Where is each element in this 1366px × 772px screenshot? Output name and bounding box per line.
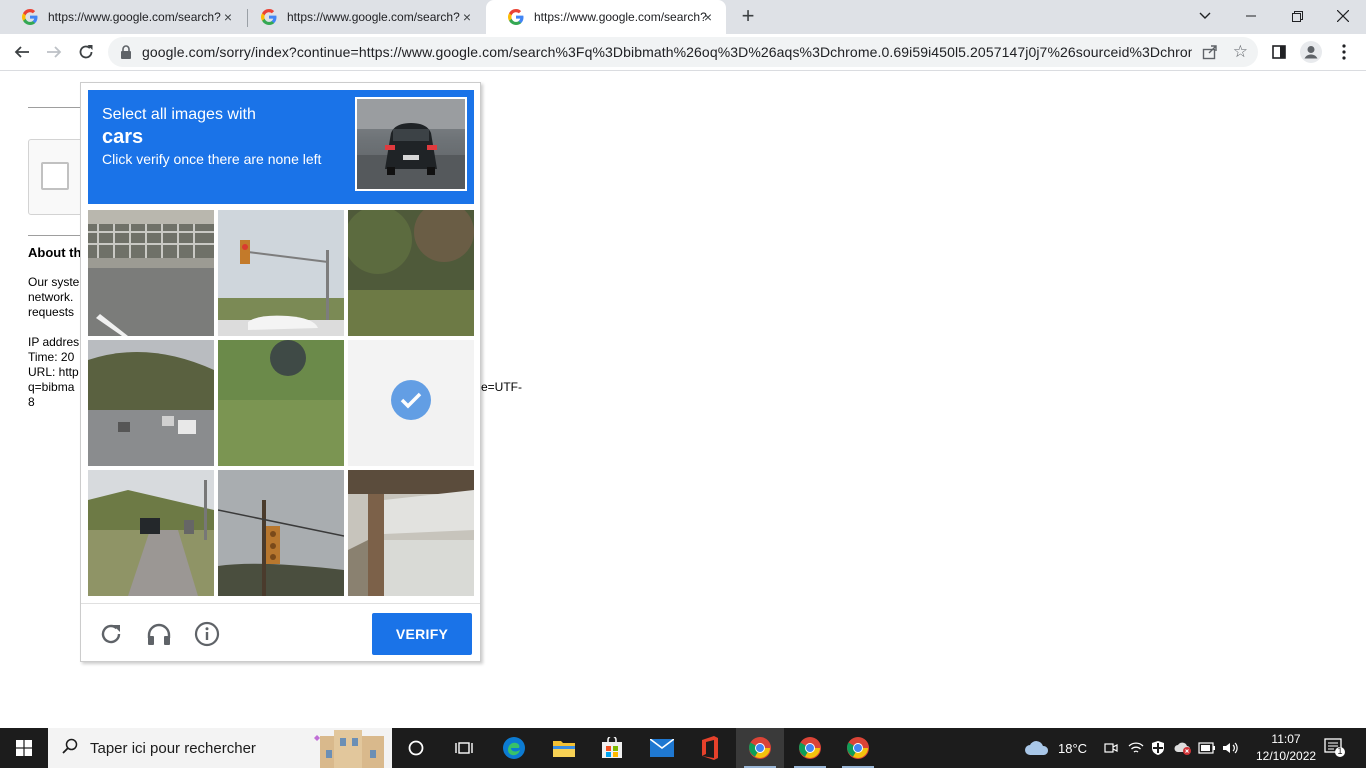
close-tab-icon[interactable]: ×	[459, 9, 475, 25]
divider	[28, 235, 88, 236]
search-highlight-image	[312, 728, 392, 768]
captcha-header: Select all images with cars Click verify…	[88, 90, 474, 204]
taskbar-clock[interactable]: 11:07 12/10/2022	[1256, 731, 1316, 765]
browser-toolbar: google.com/sorry/index?continue=https://…	[0, 34, 1366, 71]
edge-icon[interactable]	[490, 728, 538, 768]
cloud-icon	[1024, 738, 1050, 759]
office-icon[interactable]	[686, 728, 734, 768]
captcha-instruction: Select all images with	[102, 106, 256, 123]
meet-now-icon[interactable]	[1104, 728, 1118, 768]
reload-challenge-icon[interactable]	[97, 620, 125, 648]
task-view-icon[interactable]	[440, 728, 488, 768]
chrome-taskbar-icon[interactable]	[786, 728, 834, 768]
google-icon	[261, 9, 277, 25]
tab-title: https://www.google.com/search?	[287, 10, 460, 24]
windows-start-icon[interactable]	[0, 728, 48, 768]
request-details-tail: e=UTF-	[481, 380, 523, 394]
captcha-tile[interactable]	[218, 470, 344, 596]
search-icon	[62, 738, 78, 758]
side-panel-icon[interactable]	[1268, 41, 1290, 63]
captcha-tile[interactable]	[218, 210, 344, 336]
captcha-challenge: Select all images with cars Click verify…	[80, 82, 481, 662]
battery-icon[interactable]	[1198, 728, 1216, 768]
captcha-sample-image	[355, 97, 467, 191]
notification-center-icon[interactable]: 1	[1324, 728, 1346, 768]
taskbar-search-box[interactable]: Taper ici pour rechercher	[48, 728, 392, 768]
weather-temperature: 18°C	[1058, 740, 1088, 756]
captcha-hint: Click verify once there are none left	[102, 151, 322, 167]
close-window-icon[interactable]	[1320, 0, 1366, 32]
chrome-taskbar-icon-active[interactable]	[736, 728, 784, 768]
captcha-tile[interactable]	[88, 210, 214, 336]
lock-icon[interactable]	[120, 45, 132, 59]
windows-taskbar: Taper ici pour rechercher 18°C 11:07 12/…	[0, 728, 1366, 768]
checkmark-icon	[391, 380, 431, 420]
share-icon[interactable]	[1202, 44, 1218, 65]
back-icon[interactable]	[8, 38, 36, 66]
close-tab-icon[interactable]: ×	[220, 9, 236, 25]
request-details: IP addres Time: 20 URL: http q=bibma 8	[28, 335, 80, 409]
new-tab-button[interactable]: +	[736, 5, 760, 29]
tab-search-icon[interactable]	[1182, 0, 1228, 32]
cortana-icon[interactable]	[392, 728, 440, 768]
weather-widget[interactable]: 18°C	[1024, 728, 1087, 768]
bookmark-star-icon[interactable]: ☆	[1233, 43, 1248, 60]
clock-date: 12/10/2022	[1256, 749, 1317, 763]
wifi-icon[interactable]	[1128, 728, 1144, 768]
captcha-tile[interactable]	[348, 470, 474, 596]
minimize-icon[interactable]	[1228, 0, 1274, 32]
mail-icon[interactable]	[638, 728, 686, 768]
tab-title: https://www.google.com/search?	[48, 10, 221, 24]
microsoft-store-icon[interactable]	[588, 728, 636, 768]
about-text: Our syste network. requests	[28, 275, 80, 319]
chrome-taskbar-icon[interactable]	[834, 728, 882, 768]
recaptcha-checkbox[interactable]	[41, 162, 69, 190]
about-heading: About th	[28, 245, 82, 260]
captcha-tile[interactable]	[218, 340, 344, 466]
file-explorer-icon[interactable]	[540, 728, 588, 768]
captcha-tile[interactable]	[348, 210, 474, 336]
captcha-target: cars	[102, 126, 144, 148]
tab-strip: https://www.google.com/search? × https:/…	[0, 0, 1366, 34]
tab-1[interactable]: https://www.google.com/search? ×	[0, 0, 246, 34]
recaptcha-anchor	[28, 139, 88, 215]
notification-count: 1	[1337, 746, 1343, 756]
volume-icon[interactable]	[1222, 728, 1240, 768]
search-placeholder: Taper ici pour rechercher	[90, 739, 256, 757]
forward-icon[interactable]	[40, 38, 68, 66]
captcha-tile[interactable]	[88, 340, 214, 466]
address-bar[interactable]: google.com/sorry/index?continue=https://…	[108, 37, 1258, 67]
url-text: google.com/sorry/index?continue=https://…	[142, 44, 1192, 60]
google-icon	[508, 9, 524, 25]
restore-icon[interactable]	[1274, 0, 1320, 32]
onedrive-error-icon[interactable]	[1174, 728, 1192, 768]
clock-time: 11:07	[1271, 732, 1301, 746]
tab-title: https://www.google.com/search?	[534, 10, 707, 24]
security-shield-icon[interactable]	[1150, 728, 1166, 768]
info-icon[interactable]	[193, 620, 221, 648]
google-icon	[22, 9, 38, 25]
captcha-tile[interactable]	[88, 470, 214, 596]
close-tab-icon[interactable]: ×	[700, 9, 716, 25]
tab-3-active[interactable]: https://www.google.com/search? ×	[486, 0, 726, 34]
headphones-audio-icon[interactable]	[145, 620, 173, 648]
captcha-footer: VERIFY	[81, 603, 480, 661]
reload-icon[interactable]	[72, 38, 100, 66]
tab-2[interactable]: https://www.google.com/search? ×	[239, 0, 485, 34]
profile-avatar-icon[interactable]	[1300, 41, 1322, 63]
captcha-image-grid	[88, 210, 474, 596]
captcha-tile-selected[interactable]	[348, 340, 474, 466]
menu-kebab-icon[interactable]	[1333, 41, 1355, 63]
divider	[28, 107, 88, 108]
verify-button[interactable]: VERIFY	[372, 613, 472, 655]
